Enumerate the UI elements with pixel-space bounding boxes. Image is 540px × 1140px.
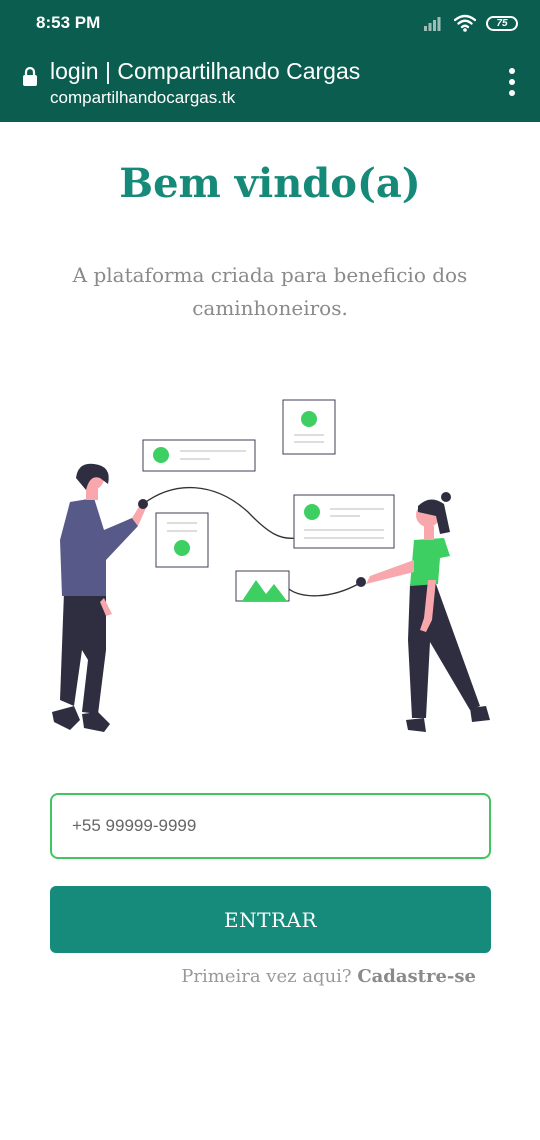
- wifi-icon: [454, 14, 476, 32]
- signup-line: Primeira vez aqui? Cadastre-se: [181, 966, 476, 987]
- status-time: 8:53 PM: [36, 13, 101, 32]
- battery-level: 75: [496, 17, 508, 29]
- browser-url-bar[interactable]: login | Compartilhando Cargas compartilh…: [0, 46, 540, 122]
- card-top: [282, 399, 336, 455]
- illustration: [52, 399, 490, 732]
- card-right: [293, 494, 395, 549]
- lock-icon: [23, 66, 37, 86]
- signal-icon: [424, 17, 441, 31]
- card-middle: [155, 512, 209, 568]
- page-url[interactable]: compartilhandocargas.tk: [50, 88, 235, 108]
- status-icons: 75: [424, 12, 518, 34]
- page-title: login | Compartilhando Cargas: [50, 58, 361, 84]
- menu-icon[interactable]: [506, 68, 518, 96]
- phone-input[interactable]: [50, 793, 491, 859]
- image-card: [235, 570, 290, 602]
- subtitle: A plataforma criada para beneficio dos c…: [72, 263, 468, 320]
- card-left: [142, 439, 256, 472]
- signup-link[interactable]: Cadastre-se: [357, 966, 476, 987]
- battery-icon: 75: [486, 15, 518, 31]
- status-bar: 8:53 PM 75: [0, 0, 540, 46]
- enter-button[interactable]: ENTRAR: [50, 886, 491, 953]
- man-figure: [52, 463, 148, 732]
- welcome-heading: Bem vindo(a): [119, 160, 421, 207]
- first-time-text: Primeira vez aqui?: [181, 966, 352, 987]
